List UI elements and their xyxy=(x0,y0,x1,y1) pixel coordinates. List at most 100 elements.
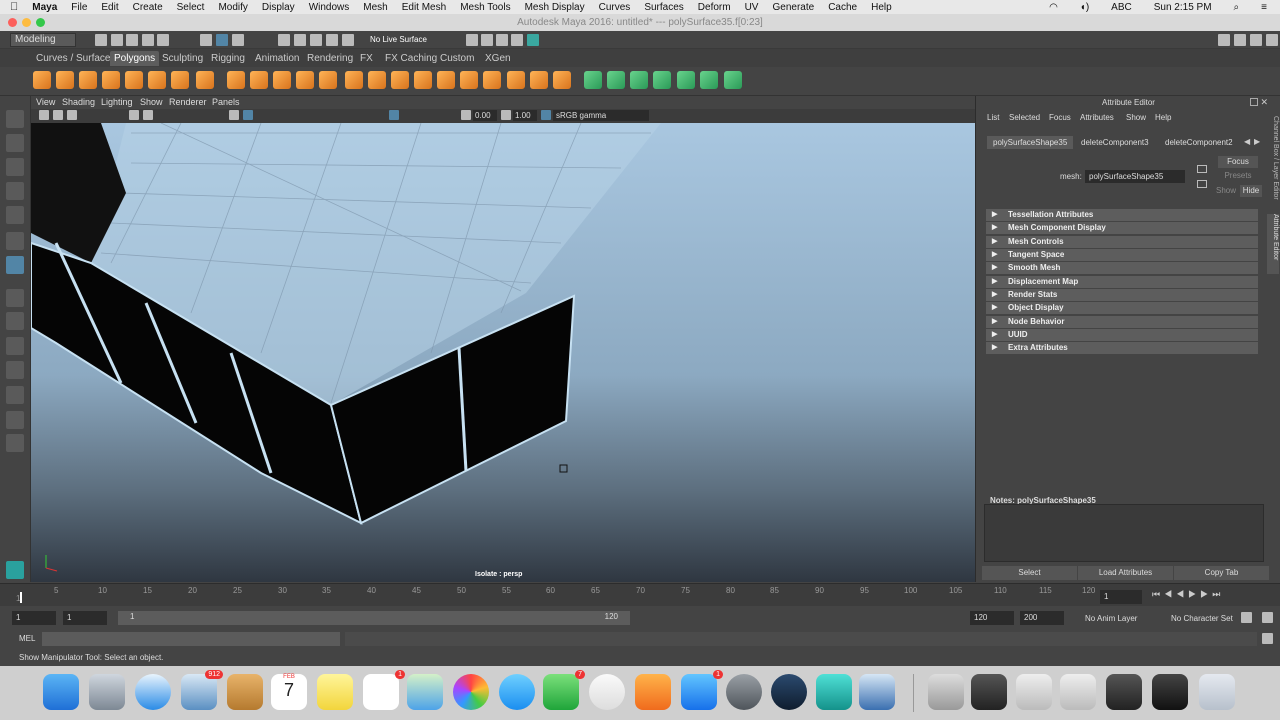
poly-cube-icon[interactable] xyxy=(56,71,74,89)
finder-icon[interactable] xyxy=(43,674,79,710)
section-mesh-controls[interactable]: Mesh Controls xyxy=(986,236,1258,248)
move-tool-icon[interactable] xyxy=(6,182,24,200)
search-icon[interactable]: ⌕ xyxy=(1227,2,1247,13)
snap-curve-icon[interactable] xyxy=(294,34,306,46)
show-button[interactable]: Show xyxy=(1212,185,1240,197)
lasso-tool-icon[interactable] xyxy=(6,134,24,152)
menu-help[interactable]: Help xyxy=(864,2,899,13)
section-node-behavior[interactable]: Node Behavior xyxy=(986,316,1258,328)
volume-icon[interactable]: ◖) xyxy=(1073,2,1096,13)
select-button[interactable]: Select xyxy=(982,566,1077,580)
select-camera-icon[interactable] xyxy=(39,110,49,120)
bridge-icon[interactable] xyxy=(368,71,386,89)
scale-tool-icon[interactable] xyxy=(6,232,24,250)
apple-icon[interactable]:  xyxy=(0,1,25,13)
maya-icon[interactable] xyxy=(816,674,852,710)
planar-mapping-icon[interactable] xyxy=(584,71,602,89)
spherical-mapping-icon[interactable] xyxy=(653,71,671,89)
shelf-tab-rendering[interactable]: Rendering xyxy=(303,51,357,66)
system-preferences-icon[interactable] xyxy=(726,674,762,710)
menu-maya[interactable]: Maya xyxy=(25,2,64,13)
reminders-icon[interactable]: 1 xyxy=(363,670,405,710)
smooth-icon[interactable] xyxy=(296,71,314,89)
section-extra-attributes[interactable]: Extra Attributes xyxy=(986,342,1258,354)
smooth-shade-icon[interactable] xyxy=(243,110,253,120)
anim-layer-dropdown[interactable]: No Anim Layer xyxy=(1085,614,1137,623)
ae-tab-deletecomponent3[interactable]: deleteComponent3 xyxy=(1075,136,1155,149)
target-weld-icon[interactable] xyxy=(437,71,455,89)
snap-view-icon[interactable] xyxy=(326,34,338,46)
more-layouts-icon[interactable] xyxy=(6,434,24,452)
menu-uv[interactable]: UV xyxy=(738,2,766,13)
tab-scroll-right-icon[interactable]: ▶ xyxy=(1254,137,1260,146)
dock-document-4-icon[interactable] xyxy=(1060,674,1096,710)
menu-cache[interactable]: Cache xyxy=(821,2,864,13)
range-bar[interactable]: 1 120 xyxy=(118,611,630,625)
shelf-tab-fx[interactable]: FX xyxy=(356,51,377,66)
menu-mesh-display[interactable]: Mesh Display xyxy=(518,2,592,13)
ae-tab-polysurfaceshape35[interactable]: polySurfaceShape35 xyxy=(987,136,1074,149)
sew-uv-icon[interactable] xyxy=(700,71,718,89)
shelf-tab-xgen[interactable]: XGen xyxy=(481,51,515,66)
section-tessellation-attributes[interactable]: Tessellation Attributes xyxy=(986,209,1258,221)
new-scene-icon[interactable] xyxy=(95,34,107,46)
section-object-display[interactable]: Object Display xyxy=(986,302,1258,314)
tool-settings-toggle-icon[interactable] xyxy=(1250,34,1262,46)
uv-editor-icon[interactable] xyxy=(724,71,742,89)
grid-toggle-icon[interactable] xyxy=(129,110,139,120)
launchpad-icon[interactable] xyxy=(89,674,125,710)
cylindrical-mapping-icon[interactable] xyxy=(630,71,648,89)
attribute-editor-side-tab[interactable]: Attribute Editor xyxy=(1267,214,1279,274)
outliner-layout-icon[interactable] xyxy=(6,386,24,404)
wifi-icon[interactable]: ◠ xyxy=(1042,2,1065,13)
mesh-name-field[interactable]: polySurfaceShape35 xyxy=(1085,170,1185,183)
viewport-menu-shading[interactable]: Shading xyxy=(62,96,95,109)
go-to-input-icon[interactable] xyxy=(1197,165,1207,173)
viewport-menu-lighting[interactable]: Lighting xyxy=(101,96,133,109)
multi-cut-icon[interactable] xyxy=(414,71,432,89)
render-view-icon[interactable] xyxy=(527,34,539,46)
shelf-tab-fx-caching[interactable]: FX Caching xyxy=(381,51,441,66)
color-management-icon[interactable] xyxy=(541,110,551,120)
mail-icon[interactable]: 912 xyxy=(181,670,223,710)
menu-mesh-tools[interactable]: Mesh Tools xyxy=(453,2,517,13)
snap-grid-icon[interactable] xyxy=(278,34,290,46)
safari-icon[interactable] xyxy=(135,674,171,710)
color-space-dropdown[interactable]: sRGB gamma xyxy=(553,110,649,121)
menu-edit-mesh[interactable]: Edit Mesh xyxy=(395,2,453,13)
poly-plane-icon[interactable] xyxy=(125,71,143,89)
film-gate-icon[interactable] xyxy=(143,110,153,120)
animation-start-field[interactable]: 1 xyxy=(12,611,56,625)
persp-outliner-layout-icon[interactable] xyxy=(6,337,24,355)
camera-attributes-icon[interactable] xyxy=(53,110,63,120)
insert-edge-loop-icon[interactable] xyxy=(460,71,478,89)
select-hierarchy-icon[interactable] xyxy=(200,34,212,46)
shelf-tab-polygons[interactable]: Polygons xyxy=(110,51,160,66)
minimize-window-icon[interactable] xyxy=(22,18,31,27)
redo-icon[interactable] xyxy=(157,34,169,46)
section-displacement-map[interactable]: Displacement Map xyxy=(986,276,1258,288)
animation-end-field[interactable]: 200 xyxy=(1020,611,1064,625)
shelf-tab-animation[interactable]: Animation xyxy=(251,51,303,66)
calendar-icon[interactable]: FEB 7 xyxy=(271,674,307,710)
script-editor-icon[interactable] xyxy=(1262,633,1273,644)
perspective-viewport[interactable]: Isolate : persp xyxy=(31,123,975,582)
playback-start-field[interactable]: 1 xyxy=(63,611,107,625)
current-frame-field[interactable]: 1 xyxy=(1100,590,1142,604)
section-render-stats[interactable]: Render Stats xyxy=(986,289,1258,301)
section-uuid[interactable]: UUID xyxy=(986,329,1258,341)
dock-document-2-icon[interactable] xyxy=(971,674,1007,710)
copy-tab-button[interactable]: Copy Tab xyxy=(1174,566,1269,580)
dock-document-3-icon[interactable] xyxy=(1016,674,1052,710)
shelf-tab-custom[interactable]: Custom xyxy=(436,51,478,66)
menu-modify[interactable]: Modify xyxy=(211,2,254,13)
rotate-tool-icon[interactable] xyxy=(6,206,24,224)
isolate-select-icon[interactable] xyxy=(389,110,399,120)
workspace-icon[interactable] xyxy=(1218,34,1230,46)
exposure-field[interactable]: 0.00 xyxy=(473,110,497,121)
photos-icon[interactable] xyxy=(453,674,489,710)
menu-windows[interactable]: Windows xyxy=(302,2,357,13)
channel-box-toggle-icon[interactable] xyxy=(1266,34,1278,46)
shelf-tab-sculpting[interactable]: Sculpting xyxy=(158,51,207,66)
input-source[interactable]: ABC xyxy=(1104,2,1139,13)
